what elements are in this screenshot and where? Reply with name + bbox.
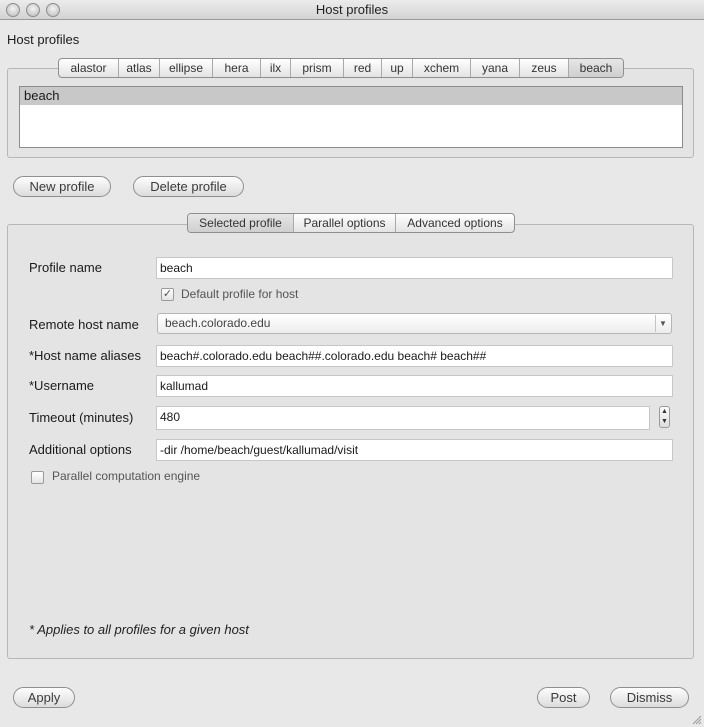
timeout-label: Timeout (minutes) — [29, 410, 134, 425]
tab-selected-profile[interactable]: Selected profile — [188, 214, 294, 232]
host-aliases-field[interactable]: beach#.colorado.edu beach##.colorado.edu… — [156, 345, 673, 367]
parallel-engine-label: Parallel computation engine — [52, 469, 201, 483]
remote-host-combo[interactable]: beach.colorado.edu ▼ — [157, 313, 672, 334]
dismiss-button[interactable]: Dismiss — [610, 687, 689, 708]
default-profile-checkbox[interactable]: ✓ — [161, 288, 174, 301]
host-tab[interactable]: hera — [213, 59, 261, 77]
host-tab[interactable]: yana — [471, 59, 520, 77]
host-tab[interactable]: red — [344, 59, 382, 77]
delete-profile-button[interactable]: Delete profile — [133, 176, 244, 197]
host-tab[interactable]: atlas — [119, 59, 160, 77]
host-tabs: alastor atlas ellipse hera ilx prism red… — [58, 58, 624, 78]
window-title: Host profiles — [315, 2, 389, 17]
additional-options-field[interactable]: -dir /home/beach/guest/kallumad/visit — [156, 439, 673, 461]
applies-note: * Applies to all profiles for a given ho… — [29, 622, 249, 637]
new-profile-button[interactable]: New profile — [13, 176, 111, 197]
apply-button[interactable]: Apply — [13, 687, 75, 708]
additional-options-label: Additional options — [29, 442, 132, 457]
username-field[interactable]: kallumad — [156, 375, 673, 397]
chevron-down-icon[interactable]: ▼ — [655, 315, 670, 332]
profile-name-field[interactable]: beach — [156, 257, 673, 279]
timeout-field[interactable]: 480 — [156, 406, 650, 430]
remote-host-value: beach.colorado.edu — [165, 316, 271, 330]
profile-list-item[interactable]: beach — [20, 87, 682, 105]
tab-parallel-options[interactable]: Parallel options — [294, 214, 396, 232]
host-tab[interactable]: prism — [291, 59, 344, 77]
host-profiles-label: Host profiles — [7, 32, 80, 47]
host-tab[interactable]: up — [382, 59, 413, 77]
tab-advanced-options[interactable]: Advanced options — [396, 214, 514, 232]
title-bar: Host profiles — [0, 0, 704, 20]
resize-grip-icon[interactable] — [691, 714, 702, 725]
remote-host-label: Remote host name — [29, 317, 139, 332]
post-button[interactable]: Post — [537, 687, 590, 708]
default-profile-label: Default profile for host — [181, 287, 299, 301]
host-aliases-label: *Host name aliases — [29, 348, 141, 363]
detail-tabs: Selected profile Parallel options Advanc… — [187, 213, 515, 233]
host-tab[interactable]: alastor — [59, 59, 119, 77]
timeout-stepper[interactable]: ▲ ▼ — [659, 406, 670, 428]
host-tab[interactable]: zeus — [520, 59, 569, 77]
profile-list[interactable]: beach — [19, 86, 683, 148]
host-tab[interactable]: ellipse — [160, 59, 213, 77]
host-tab[interactable]: ilx — [261, 59, 291, 77]
profile-name-label: Profile name — [29, 260, 102, 275]
username-label: *Username — [29, 378, 95, 393]
host-tab[interactable]: xchem — [413, 59, 471, 77]
parallel-engine-checkbox[interactable] — [31, 471, 44, 484]
host-tab-selected[interactable]: beach — [569, 59, 623, 77]
